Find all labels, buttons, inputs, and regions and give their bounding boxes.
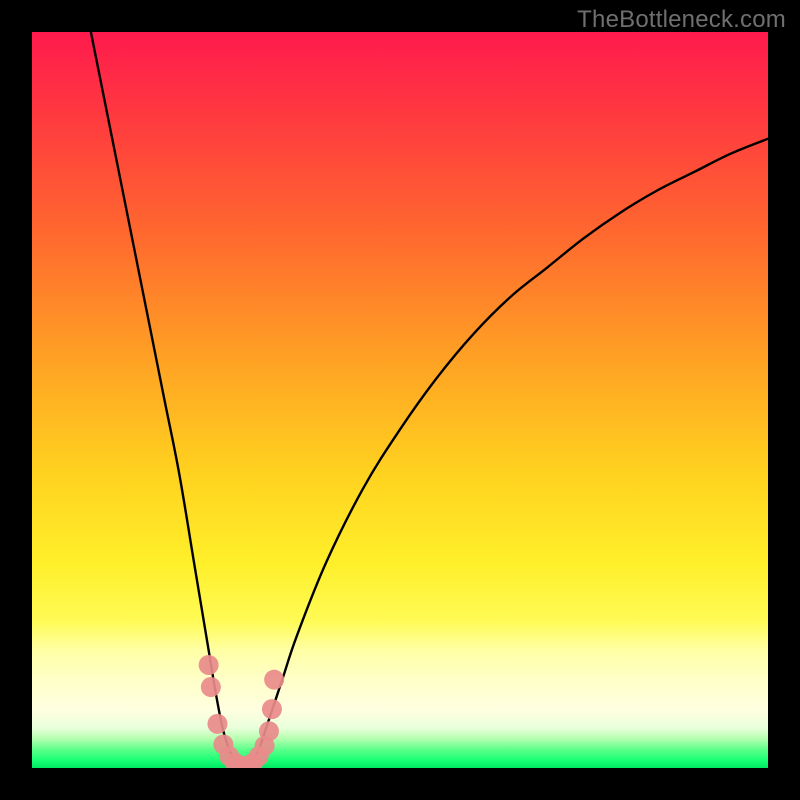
watermark-text: TheBottleneck.com	[577, 6, 786, 34]
marker-dot	[262, 699, 282, 719]
marker-dot	[264, 670, 284, 690]
bottleneck-curve-line	[91, 32, 768, 765]
marker-dot	[201, 677, 221, 697]
marker-dot	[199, 655, 219, 675]
chart-svg	[32, 32, 768, 768]
marker-dots-group	[199, 655, 285, 768]
plot-area	[32, 32, 768, 768]
chart-frame: TheBottleneck.com	[0, 0, 800, 800]
marker-dot	[259, 721, 279, 741]
marker-dot	[207, 714, 227, 734]
